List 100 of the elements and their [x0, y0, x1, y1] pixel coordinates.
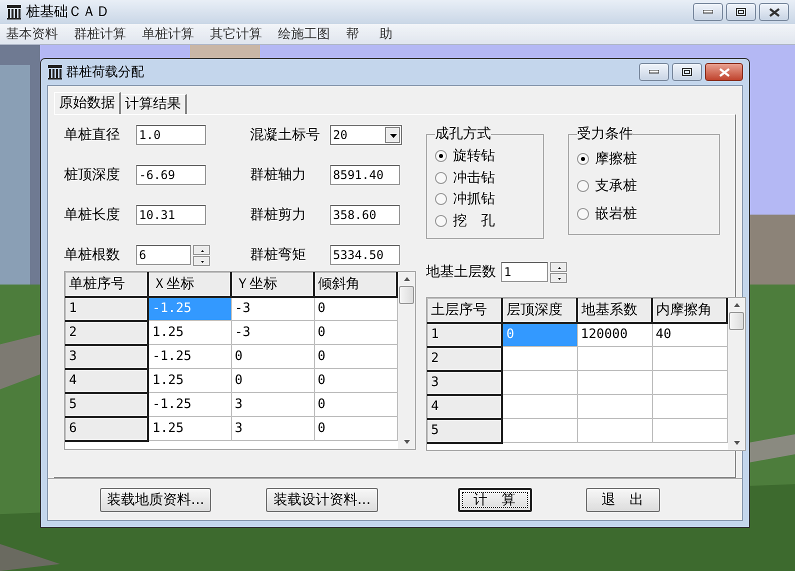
- input-field[interactable]: 6: [136, 245, 191, 265]
- table-cell[interactable]: [577, 346, 652, 370]
- dialog-button[interactable]: 计 算: [458, 488, 532, 512]
- column-header[interactable]: 倾斜角: [314, 272, 397, 296]
- dialog-button[interactable]: 装载地质资料...: [100, 488, 212, 512]
- menu-item[interactable]: 其它计算: [210, 25, 262, 43]
- spin-buttons[interactable]: [550, 262, 567, 282]
- scroll-thumb[interactable]: [399, 286, 414, 304]
- minimize-icon: [649, 70, 659, 74]
- table-cell[interactable]: -3: [231, 320, 314, 344]
- radio-option[interactable]: 摩擦桩: [577, 148, 711, 169]
- maximize-button[interactable]: [726, 3, 756, 21]
- table-cell[interactable]: 40: [652, 322, 727, 346]
- table-cell[interactable]: -1.25: [148, 344, 232, 368]
- table-cell[interactable]: 0: [231, 344, 314, 368]
- radio-option[interactable]: 冲击钻: [435, 168, 535, 188]
- grade-dropdown[interactable]: 20: [330, 125, 402, 145]
- radio-icon[interactable]: [577, 152, 589, 165]
- menu-item[interactable]: 群桩计算: [74, 25, 126, 43]
- row-header[interactable]: 2: [66, 320, 148, 344]
- input-field[interactable]: 10.31: [136, 205, 206, 225]
- input-field[interactable]: -6.69: [136, 165, 206, 185]
- table-cell[interactable]: 1.25: [148, 416, 232, 440]
- table-cell[interactable]: 0: [314, 416, 397, 440]
- menu-item[interactable]: 单桩计算: [142, 25, 194, 43]
- radio-icon[interactable]: [435, 193, 447, 206]
- table-cell[interactable]: [502, 346, 578, 370]
- table-cell[interactable]: [577, 370, 652, 394]
- column-header[interactable]: 单桩序号: [66, 272, 148, 296]
- input-field[interactable]: 1: [501, 262, 548, 282]
- table-cell[interactable]: 1.25: [148, 320, 232, 344]
- table-cell[interactable]: 0: [314, 368, 397, 392]
- table-cell[interactable]: [502, 370, 578, 394]
- minimize-button[interactable]: [639, 63, 669, 81]
- row-header[interactable]: 1: [428, 322, 502, 346]
- table-cell[interactable]: 3: [231, 392, 314, 416]
- table-cell[interactable]: [652, 370, 727, 394]
- row-header[interactable]: 5: [428, 418, 502, 442]
- row-header[interactable]: 3: [66, 344, 148, 368]
- table-cell[interactable]: [502, 418, 578, 442]
- radio-option[interactable]: 旋转钻: [435, 146, 535, 166]
- column-header[interactable]: 内摩擦角: [652, 298, 727, 322]
- table-cell[interactable]: 1.25: [148, 368, 232, 392]
- table-cell[interactable]: 0: [231, 368, 314, 392]
- table-cell[interactable]: [577, 394, 652, 418]
- column-header[interactable]: 地基系数: [577, 298, 652, 322]
- column-header[interactable]: Ｘ坐标: [148, 272, 232, 296]
- maximize-button[interactable]: [672, 63, 702, 81]
- radio-option[interactable]: 挖 孔: [435, 211, 535, 232]
- table-cell[interactable]: -1.25: [148, 392, 232, 416]
- scrollbar[interactable]: [398, 272, 415, 449]
- maximize-icon: [682, 68, 692, 76]
- spin-buttons[interactable]: [193, 244, 210, 266]
- input-field[interactable]: 8591.40: [330, 165, 400, 185]
- radio-icon[interactable]: [435, 215, 447, 228]
- dialog-button[interactable]: 装载设计资料...: [266, 488, 378, 512]
- row-header[interactable]: 6: [66, 416, 148, 440]
- radio-option[interactable]: 嵌岩桩: [577, 204, 711, 224]
- radio-icon[interactable]: [577, 180, 589, 192]
- input-field[interactable]: 1.0: [136, 125, 206, 145]
- table-cell[interactable]: [652, 394, 727, 418]
- row-header[interactable]: 5: [66, 392, 148, 416]
- row-header[interactable]: 3: [428, 370, 502, 394]
- row-header[interactable]: 2: [428, 346, 502, 370]
- tab[interactable]: 原始数据: [54, 92, 121, 114]
- close-button[interactable]: [759, 3, 789, 21]
- row-header[interactable]: 4: [66, 368, 148, 392]
- table-cell[interactable]: 0: [314, 392, 397, 416]
- table-cell[interactable]: 0: [314, 320, 397, 344]
- table-cell[interactable]: [577, 418, 652, 442]
- table-cell[interactable]: 0: [314, 344, 397, 368]
- menu-item[interactable]: 帮 助: [346, 25, 393, 43]
- row-header[interactable]: 4: [428, 394, 502, 418]
- table-cell[interactable]: -3: [231, 296, 314, 320]
- table-cell[interactable]: [652, 418, 727, 442]
- table-cell[interactable]: [502, 394, 578, 418]
- table-cell[interactable]: [652, 346, 727, 370]
- close-button[interactable]: [705, 63, 743, 81]
- minimize-button[interactable]: [693, 3, 723, 21]
- input-field[interactable]: 5334.50: [330, 245, 400, 265]
- menu-item[interactable]: 绘施工图: [278, 25, 330, 43]
- column-header[interactable]: 层顶深度: [502, 298, 578, 322]
- radio-icon[interactable]: [577, 208, 589, 220]
- dialog-button[interactable]: 退 出: [586, 488, 660, 512]
- table-cell[interactable]: 0: [314, 296, 397, 320]
- input-field[interactable]: 358.60: [330, 205, 400, 225]
- table-cell[interactable]: 120000: [577, 322, 652, 346]
- menu-item[interactable]: 基本资料: [6, 25, 58, 43]
- row-header[interactable]: 1: [66, 296, 148, 320]
- scroll-thumb[interactable]: [729, 312, 744, 330]
- radio-option[interactable]: 支承桩: [577, 176, 711, 196]
- scrollbar[interactable]: [728, 298, 745, 450]
- table-cell[interactable]: 3: [231, 416, 314, 440]
- radio-option[interactable]: 冲抓钻: [435, 189, 535, 210]
- tab[interactable]: 计算结果: [121, 94, 187, 114]
- radio-icon[interactable]: [435, 172, 447, 184]
- close-icon: [718, 68, 730, 76]
- column-header[interactable]: Ｙ坐标: [231, 272, 314, 296]
- radio-icon[interactable]: [435, 150, 447, 162]
- column-header[interactable]: 土层序号: [428, 298, 502, 322]
